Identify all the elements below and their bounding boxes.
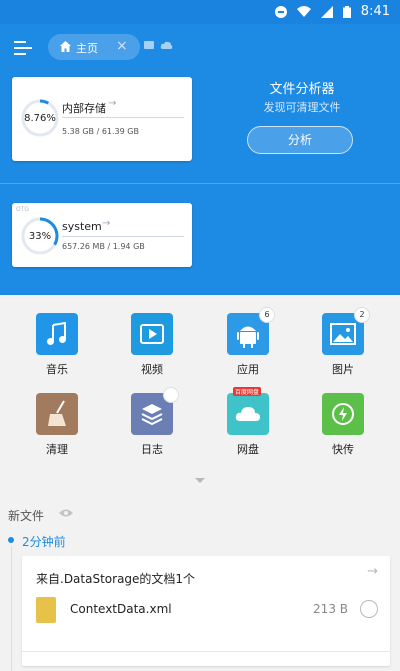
tab-home-label: 主页 — [76, 42, 98, 55]
recent-title: 新文件 — [8, 509, 45, 523]
window-icon[interactable] — [144, 41, 154, 49]
eye-icon[interactable] — [58, 508, 74, 518]
broom-icon — [36, 393, 78, 435]
otg-gauge: 33% — [20, 216, 60, 256]
file-row[interactable]: ContextData.xml 213 B — [22, 596, 390, 626]
baidu-tag: 百度网盘 — [233, 387, 262, 396]
storage-gauge: 8.76% — [20, 98, 60, 138]
image-icon: 2 — [322, 307, 370, 355]
status-bar: 8:41 — [0, 0, 400, 24]
storage-name: 内部存储 — [62, 102, 106, 115]
app-clean[interactable]: 清理 — [17, 393, 97, 457]
expand-chevron-icon[interactable] — [195, 478, 205, 483]
otg-tag: OTG — [16, 206, 30, 213]
recent-file-card[interactable]: 来自.DataStorage的文档1个 → ContextData.xml 21… — [22, 556, 390, 666]
storage-percent: 8.76% — [24, 112, 56, 124]
cloud-icon: 百度网盘 — [227, 387, 269, 435]
log-icon — [131, 387, 179, 435]
wifi-icon — [296, 6, 311, 17]
video-icon — [131, 313, 173, 355]
app-badge: 2 — [354, 307, 370, 323]
signal-icon — [320, 5, 333, 18]
status-time: 8:41 — [360, 4, 390, 19]
arrow-right-icon: → — [108, 98, 117, 109]
cloud-tab-icon[interactable] — [160, 40, 173, 50]
xml-file-icon — [36, 597, 56, 623]
recent-section: 新文件 2分钟前 来自.DataStorage的文档1个 → ContextDa… — [0, 498, 400, 671]
app-cloud[interactable]: 百度网盘 网盘 — [208, 387, 288, 457]
otg-storage-card[interactable]: OTG 33% system → 657.26 MB / 1.94 GB — [12, 203, 192, 267]
app-images[interactable]: 2 图片 — [303, 307, 383, 377]
app-label: 音乐 — [46, 363, 68, 376]
music-icon — [36, 313, 78, 355]
select-checkbox[interactable] — [360, 600, 378, 618]
group-label: 2分钟前 — [22, 535, 66, 549]
app-label: 应用 — [237, 363, 259, 376]
app-music[interactable]: 音乐 — [17, 313, 97, 377]
otg-size: 657.26 MB / 1.94 GB — [62, 242, 145, 251]
app-badge — [163, 387, 179, 403]
card-line — [62, 236, 184, 237]
otg-percent: 33% — [28, 230, 52, 242]
analyzer-subtitle: 发现可清理文件 — [263, 101, 341, 114]
open-arrow-icon[interactable]: → — [367, 564, 378, 579]
analyze-button[interactable]: 分析 — [247, 126, 353, 154]
timeline-line — [11, 546, 12, 671]
hero-divider — [0, 183, 400, 184]
card-title: 来自.DataStorage的文档1个 — [36, 572, 196, 586]
app-badge: 6 — [259, 307, 275, 323]
app-label: 日志 — [141, 443, 163, 456]
app-label: 清理 — [46, 443, 68, 456]
analyzer-title: 文件分析器 — [269, 82, 335, 97]
app-label: 网盘 — [237, 443, 259, 456]
app-log[interactable]: 日志 — [112, 387, 192, 457]
hero-panel: 8.76% 内部存储 → 5.38 GB / 61.39 GB 文件分析器 发现… — [0, 72, 400, 295]
dnd-icon — [274, 5, 287, 18]
otg-name: system — [62, 220, 102, 233]
app-label: 快传 — [332, 443, 354, 456]
app-transfer[interactable]: 快传 — [303, 393, 383, 457]
file-size: 213 B — [313, 602, 348, 616]
menu-icon[interactable] — [14, 40, 32, 56]
card-line — [62, 117, 184, 118]
internal-storage-card[interactable]: 8.76% 内部存储 → 5.38 GB / 61.39 GB — [12, 77, 192, 161]
android-icon: 6 — [227, 307, 275, 355]
app-label: 视频 — [141, 363, 163, 376]
transfer-icon — [322, 393, 364, 435]
app-video[interactable]: 视频 — [112, 313, 192, 377]
home-icon — [60, 41, 71, 52]
tab-home[interactable]: 主页 × — [48, 34, 140, 60]
battery-icon — [342, 5, 351, 18]
close-tab-icon[interactable]: × — [116, 38, 128, 54]
arrow-right-icon: → — [102, 218, 111, 229]
app-label: 图片 — [332, 363, 354, 376]
app-apps[interactable]: 6 应用 — [208, 307, 288, 377]
card-footer-line — [22, 651, 390, 652]
file-name: ContextData.xml — [70, 602, 172, 616]
storage-size: 5.38 GB / 61.39 GB — [62, 127, 139, 136]
timeline-dot — [8, 537, 14, 543]
